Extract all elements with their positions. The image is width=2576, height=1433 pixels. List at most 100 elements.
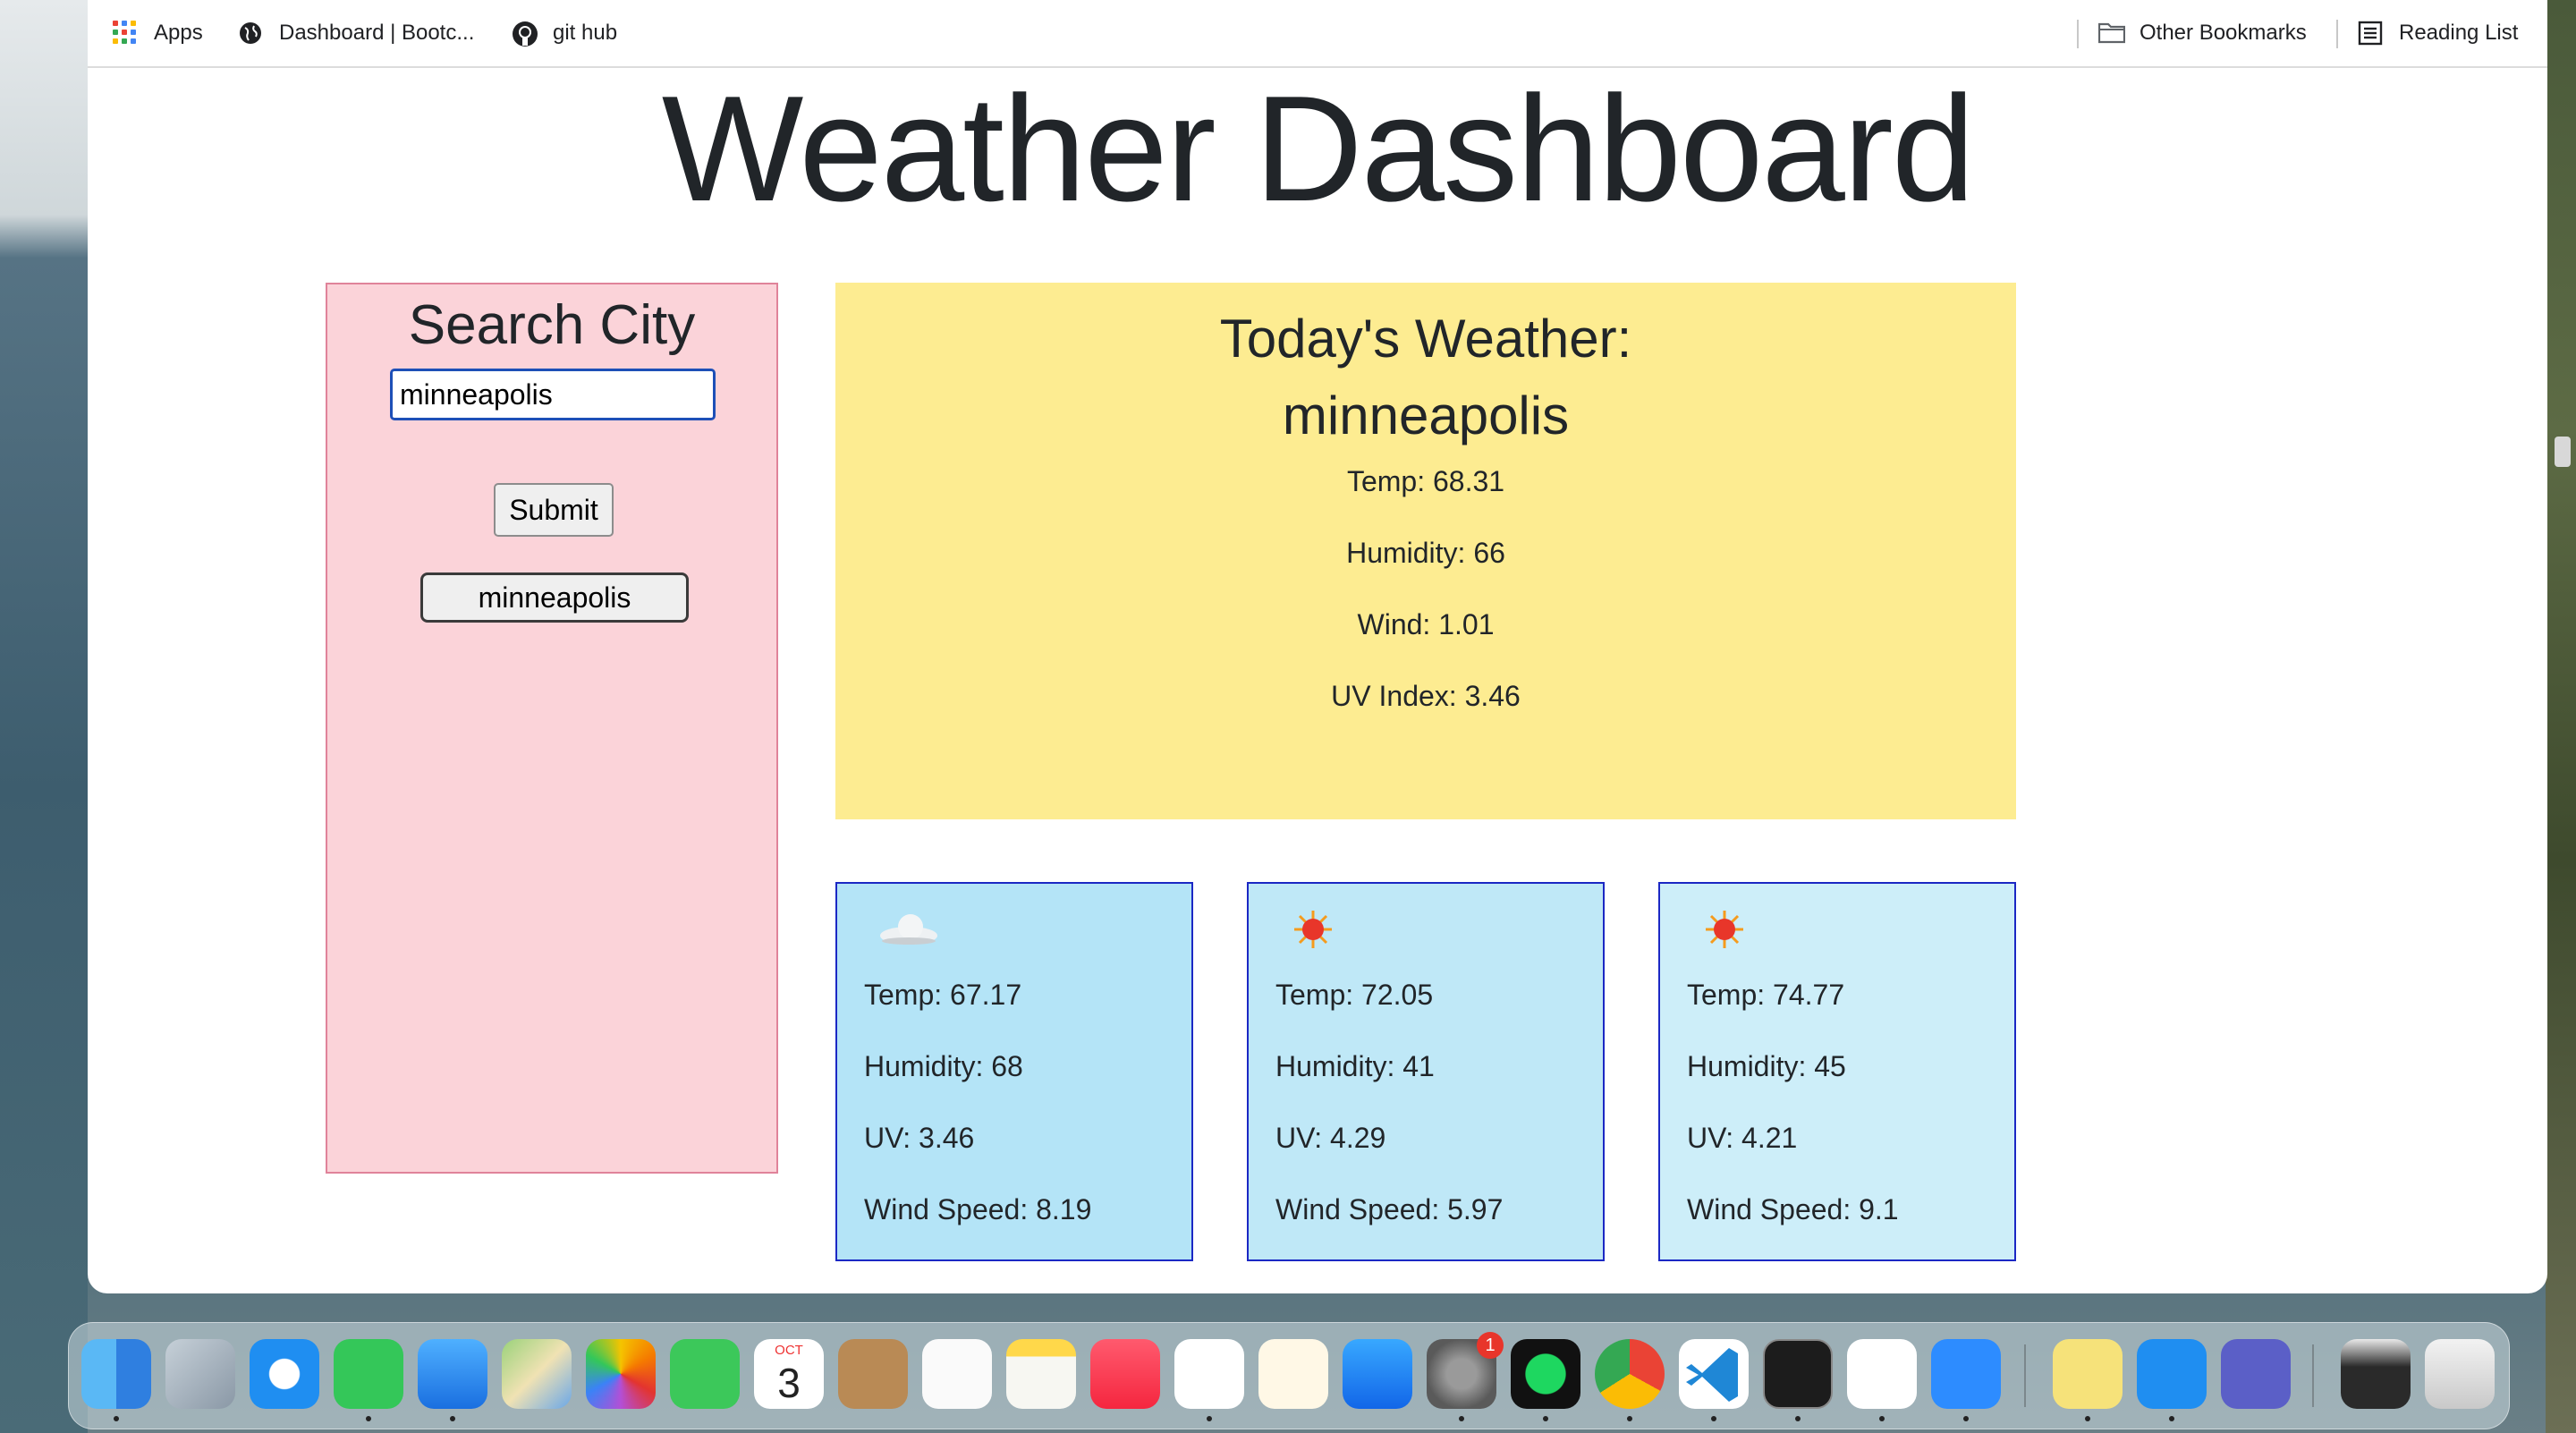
chrome-icon[interactable]	[1595, 1339, 1665, 1409]
today-wind: Wind: 1.01	[1357, 608, 1495, 640]
running-indicator	[366, 1416, 371, 1421]
forecast-card: Temp: 72.05 Humidity: 41 UV: 4.29 Wind S…	[1247, 882, 1605, 1261]
notes-icon[interactable]	[1006, 1339, 1076, 1409]
forecast-temp: Temp: 67.17	[864, 979, 1022, 1011]
sun-icon	[1701, 907, 1766, 952]
running-indicator	[114, 1416, 119, 1421]
forecast-uv: UV: 4.29	[1275, 1122, 1386, 1154]
dock-separator	[2024, 1344, 2026, 1407]
forecast-wind-speed: Wind Speed: 8.19	[864, 1193, 1092, 1225]
browser-window: Apps Dashboard | Bootc... git hub Other …	[88, 0, 2547, 1293]
pages-icon[interactable]	[1258, 1339, 1328, 1409]
folder-icon	[2097, 21, 2126, 46]
forecast-temp: Temp: 74.77	[1687, 979, 1845, 1011]
bookmark-dashboard-label: Dashboard | Bootc...	[279, 21, 475, 45]
reading-list-button[interactable]: Reading List	[2358, 18, 2518, 48]
reminders-icon[interactable]	[922, 1339, 992, 1409]
desktop-wallpaper-left	[0, 0, 88, 1433]
history-city-button[interactable]: minneapolis	[420, 572, 689, 623]
notification-badge: 1	[1477, 1332, 1504, 1359]
forecast-humidity: Humidity: 45	[1687, 1050, 1846, 1082]
zoom-icon[interactable]	[1931, 1339, 2001, 1409]
teams-icon[interactable]	[2221, 1339, 2291, 1409]
forecast-humidity: Humidity: 68	[864, 1050, 1023, 1082]
bookmarks-bar: Apps Dashboard | Bootc... git hub Other …	[88, 0, 2547, 68]
submit-button[interactable]: Submit	[494, 483, 614, 537]
system-preferences-icon[interactable]: 1	[1427, 1332, 1504, 1409]
bookmark-dashboard[interactable]: Dashboard | Bootc...	[238, 18, 474, 48]
stickies-icon[interactable]	[2053, 1339, 2123, 1409]
running-indicator	[1711, 1416, 1716, 1421]
running-indicator	[1795, 1416, 1801, 1421]
vscode-icon[interactable]	[1679, 1339, 1749, 1409]
safari-icon[interactable]	[250, 1339, 319, 1409]
bookmark-apps-label: Apps	[154, 21, 203, 45]
running-indicator	[1459, 1416, 1464, 1421]
forecast-card: Temp: 67.17 Humidity: 68 UV: 3.46 Wind S…	[835, 882, 1193, 1261]
terminal-icon[interactable]	[1763, 1339, 1833, 1409]
apps-grid-icon	[113, 21, 138, 46]
bookmarks-separator	[2336, 20, 2338, 48]
bluetooth-icon[interactable]	[2137, 1339, 2207, 1409]
forecast-humidity: Humidity: 41	[1275, 1050, 1435, 1082]
dock-separator	[2312, 1344, 2314, 1407]
app-store-icon[interactable]	[1343, 1339, 1412, 1409]
mail-icon[interactable]	[418, 1339, 487, 1409]
forecast-temp: Temp: 72.05	[1275, 979, 1434, 1011]
contacts-icon[interactable]	[838, 1339, 908, 1409]
news-icon[interactable]	[1174, 1339, 1244, 1409]
music-icon[interactable]	[1090, 1339, 1160, 1409]
calendar-icon[interactable]: OCT 3	[754, 1339, 824, 1409]
globe-icon	[238, 21, 263, 46]
running-indicator	[2169, 1416, 2174, 1421]
search-panel: Search City Submit minneapolis	[326, 283, 778, 1174]
running-indicator	[1543, 1416, 1548, 1421]
running-indicator	[2085, 1416, 2090, 1421]
facetime-icon[interactable]	[670, 1339, 740, 1409]
spotify-icon[interactable]	[1511, 1339, 1580, 1409]
running-indicator	[450, 1416, 455, 1421]
launchpad-icon[interactable]	[165, 1339, 235, 1409]
messages-icon[interactable]	[334, 1339, 403, 1409]
bookmark-apps[interactable]: Apps	[113, 18, 203, 48]
slack-icon[interactable]	[1847, 1339, 1917, 1409]
search-heading: Search City	[408, 294, 696, 356]
running-indicator	[1627, 1416, 1632, 1421]
calendar-month: OCT	[775, 1343, 803, 1358]
page-title: Weather Dashboard	[661, 64, 1975, 233]
calendar-day: 3	[777, 1360, 801, 1406]
today-temp: Temp: 68.31	[1346, 465, 1505, 497]
running-indicator	[1879, 1416, 1885, 1421]
sun-icon	[1290, 907, 1354, 952]
macos-dock: OCT 3 1	[68, 1322, 2510, 1429]
city-search-input[interactable]	[390, 369, 716, 420]
finder-icon[interactable]	[81, 1339, 151, 1409]
forecast-uv: UV: 4.21	[1687, 1122, 1798, 1154]
running-indicator	[1963, 1416, 1969, 1421]
desktop-wallpaper-right	[2546, 0, 2576, 1433]
photos-icon[interactable]	[586, 1339, 656, 1409]
today-weather-panel: Today's Weather: minneapolis Temp: 68.31…	[835, 283, 2016, 819]
bookmark-github[interactable]: git hub	[512, 18, 617, 48]
today-city: minneapolis	[1282, 386, 1570, 445]
window-edge-handle[interactable]	[2555, 437, 2571, 467]
bookmark-other-label: Other Bookmarks	[2140, 21, 2307, 45]
bookmark-github-label: git hub	[553, 21, 618, 45]
today-heading: Today's Weather:	[1219, 309, 1632, 369]
running-indicator	[1207, 1416, 1212, 1421]
reading-list-icon	[2358, 21, 2383, 46]
forecast-wind-speed: Wind Speed: 5.97	[1275, 1193, 1504, 1225]
forecast-uv: UV: 3.46	[864, 1122, 975, 1154]
maps-icon[interactable]	[502, 1339, 572, 1409]
forecast-card: Temp: 74.77 Humidity: 45 UV: 4.21 Wind S…	[1658, 882, 2016, 1261]
bookmark-other-bookmarks[interactable]: Other Bookmarks	[2097, 18, 2307, 48]
today-uv-index: UV Index: 3.46	[1331, 680, 1521, 712]
bookmarks-separator	[2077, 20, 2079, 48]
trash-icon[interactable]	[2425, 1339, 2495, 1409]
screenshot-thumbnail-icon[interactable]	[2341, 1339, 2411, 1409]
today-humidity: Humidity: 66	[1346, 537, 1505, 569]
forecast-wind-speed: Wind Speed: 9.1	[1687, 1193, 1899, 1225]
cloud-icon	[878, 907, 943, 952]
reading-list-label: Reading List	[2399, 21, 2519, 45]
github-icon	[512, 21, 538, 47]
